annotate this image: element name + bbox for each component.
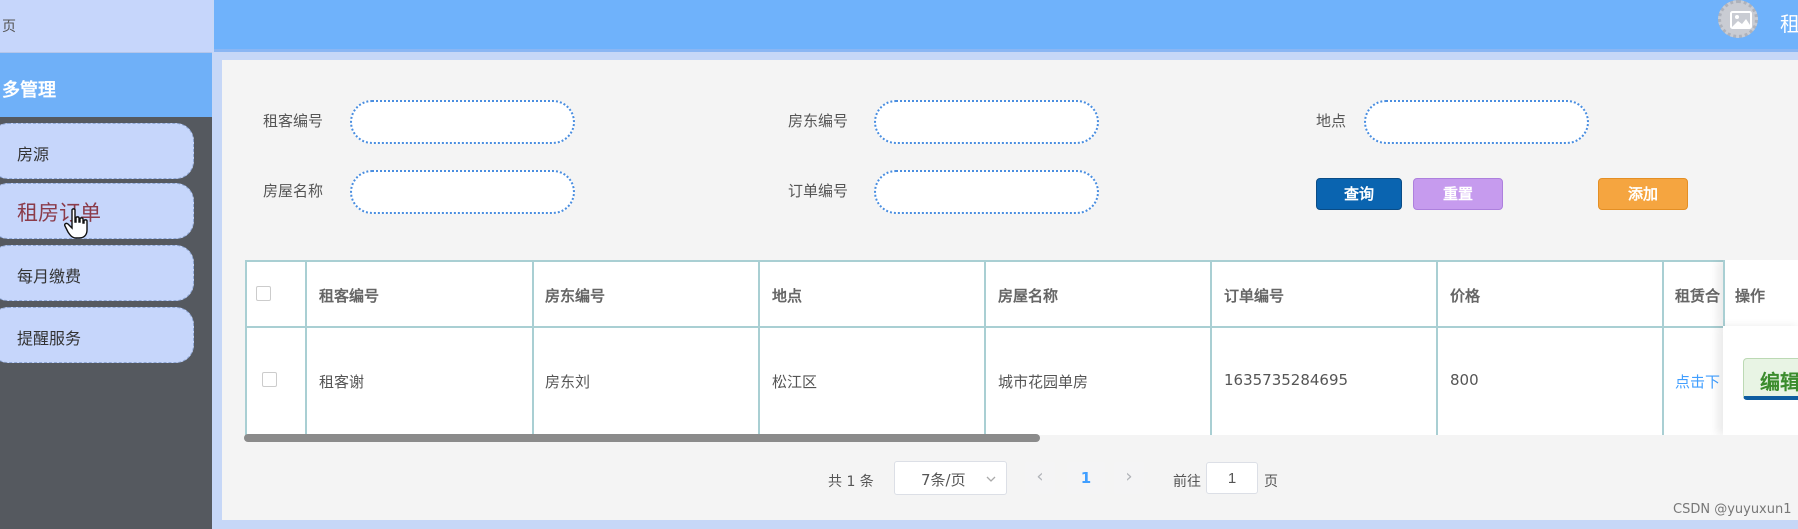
sidebar-group-label: 多管理 <box>2 80 56 101</box>
column-header-location[interactable]: 地点 <box>772 285 802 306</box>
cell-price: 800 <box>1450 371 1479 389</box>
add-button[interactable]: 添加 <box>1598 178 1688 210</box>
order-no-label: 订单编号 <box>788 182 849 200</box>
location-label: 地点 <box>1316 112 1347 130</box>
page-suffix-label: 页 <box>1264 474 1278 490</box>
fixed-column-header: 操作 <box>1723 260 1798 326</box>
sidebar-group-header[interactable]: 多管理 <box>0 53 212 117</box>
watermark: CSDN @yuyuxun1 <box>1673 502 1792 517</box>
search-button[interactable]: 查询 <box>1316 178 1402 210</box>
landlord-no-label: 房东编号 <box>788 112 849 130</box>
row-checkbox[interactable] <box>262 372 277 387</box>
prev-page-button[interactable]: ‹ <box>1025 462 1055 494</box>
goto-label: 前往 <box>1173 474 1201 490</box>
column-divider <box>1662 260 1664 435</box>
column-divider <box>532 260 534 435</box>
house-name-label: 房屋名称 <box>263 182 324 200</box>
cell-location: 松江区 <box>772 373 818 391</box>
reset-button[interactable]: 重置 <box>1413 178 1503 210</box>
page-size-value: 7条/页 <box>921 471 966 489</box>
next-page-button[interactable]: › <box>1114 462 1144 494</box>
cell-order-no: 1635735284695 <box>1224 371 1349 389</box>
sidebar-home-label: 页 <box>2 19 16 35</box>
column-divider <box>1210 260 1212 435</box>
column-divider <box>758 260 760 435</box>
table-border <box>245 260 247 435</box>
sidebar-item-label: 房源 <box>17 145 50 164</box>
sidebar-item-reminder[interactable]: 提醒服务 <box>0 307 194 363</box>
goto-page-input[interactable] <box>1206 462 1258 494</box>
column-header-tenant-no[interactable]: 租客编号 <box>319 285 379 306</box>
cell-tenant-no: 租客谢 <box>319 373 365 391</box>
contract-download-link[interactable]: 点击下 <box>1675 371 1720 392</box>
house-name-input[interactable] <box>350 170 575 214</box>
column-divider <box>305 260 307 435</box>
sidebar-item-label: 提醒服务 <box>17 329 82 348</box>
column-header-order-no[interactable]: 订单编号 <box>1224 285 1284 306</box>
column-header-house-name[interactable]: 房屋名称 <box>998 285 1058 306</box>
sidebar-item-monthly-payment[interactable]: 每月缴费 <box>0 245 194 301</box>
column-header-price[interactable]: 价格 <box>1450 285 1480 306</box>
sidebar-item-label: 每月缴费 <box>17 267 82 286</box>
user-avatar[interactable] <box>1718 0 1758 38</box>
select-all-checkbox[interactable] <box>256 286 271 301</box>
cell-landlord-no: 房东刘 <box>545 373 591 391</box>
tenant-no-input[interactable] <box>350 100 575 144</box>
edit-button[interactable]: 编辑 <box>1743 358 1798 400</box>
horizontal-scrollbar[interactable] <box>244 434 1040 442</box>
sidebar-home-item[interactable]: 页 <box>0 0 212 53</box>
hand-pointer-icon <box>64 208 88 239</box>
tenant-no-label: 租客编号 <box>263 112 324 130</box>
orders-table: 租客编号 房东编号 地点 房屋名称 订单编号 价格 租赁合 租客谢 房东刘 松江… <box>245 260 1798 435</box>
page-number-1[interactable]: 1 <box>1067 462 1105 494</box>
landlord-no-input[interactable] <box>874 100 1099 144</box>
sidebar-item-listings[interactable]: 房源 <box>0 123 194 179</box>
chevron-down-icon <box>986 476 996 482</box>
column-divider <box>984 260 986 435</box>
column-header-contract[interactable]: 租赁合 <box>1675 285 1720 306</box>
image-icon <box>1730 11 1752 29</box>
page-size-select[interactable]: 7条/页 <box>894 461 1007 495</box>
pagination-total: 共 1 条 <box>828 474 874 490</box>
top-header <box>214 0 1798 52</box>
header-user-text: 租 <box>1780 12 1798 36</box>
column-header-actions: 操作 <box>1735 287 1766 305</box>
sidebar-item-rental-orders[interactable]: 租房订单 <box>0 183 194 239</box>
cell-house-name: 城市花园单房 <box>998 373 1089 391</box>
column-divider <box>1436 260 1438 435</box>
column-header-landlord-no[interactable]: 房东编号 <box>545 285 605 306</box>
location-input[interactable] <box>1364 100 1589 144</box>
table-border <box>245 260 1798 262</box>
order-no-input[interactable] <box>874 170 1099 214</box>
sidebar: 页 多管理 房源 租房订单 每月缴费 提醒服务 <box>0 0 212 529</box>
table-header-divider <box>245 326 1798 328</box>
